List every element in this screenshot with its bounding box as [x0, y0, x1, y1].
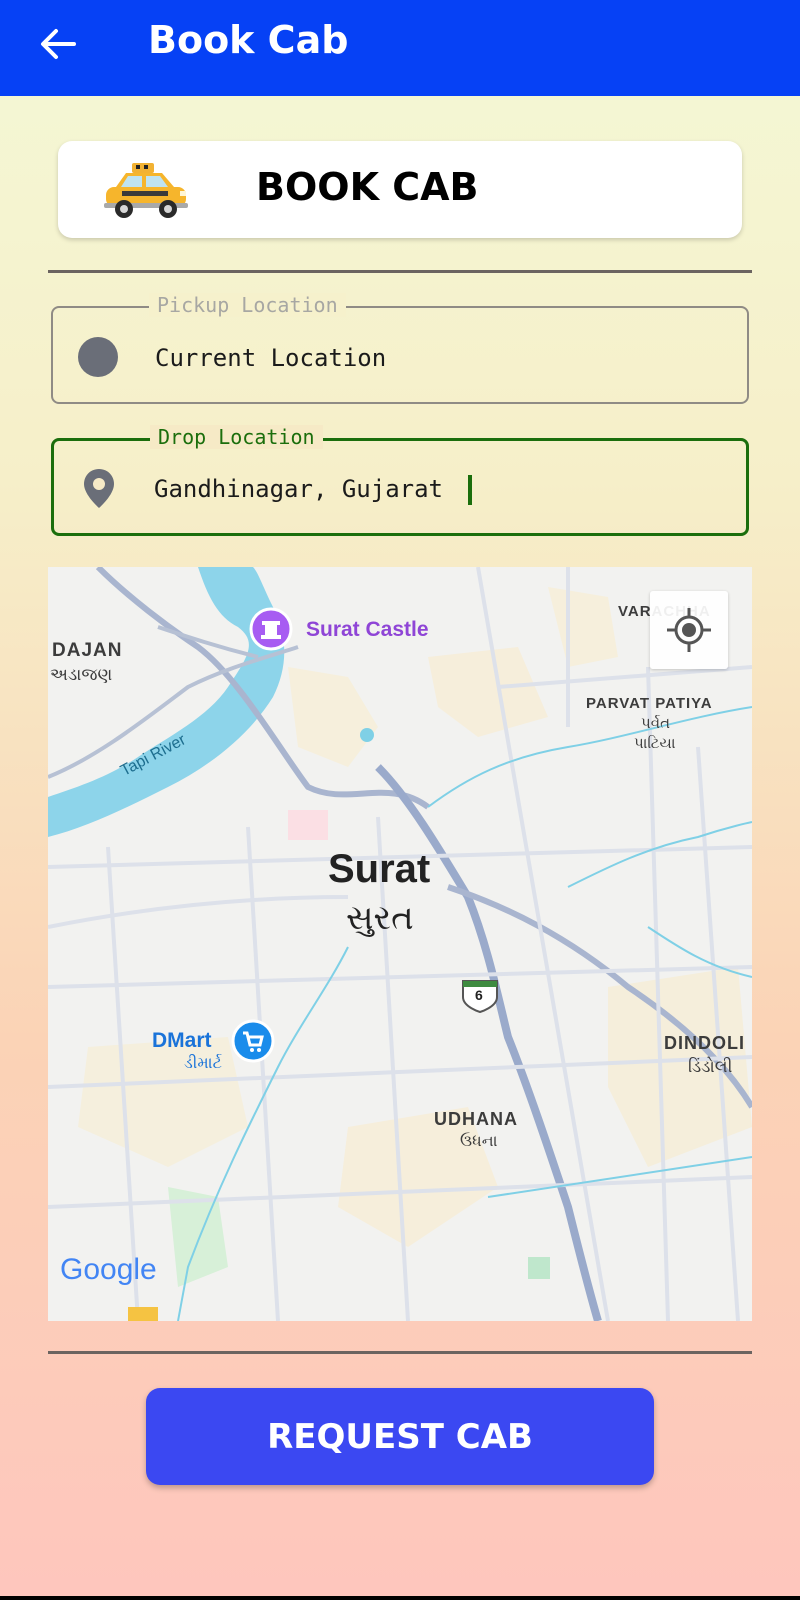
map-label-dmart-gu: ડીમાર્ટ — [184, 1055, 222, 1072]
text-cursor — [468, 475, 472, 505]
book-cab-card: BOOK CAB — [58, 141, 742, 238]
page-title: Book Cab — [148, 18, 349, 62]
map-label-parvat-patiya: PARVAT PATIYA — [586, 695, 713, 712]
map-label-dmart: DMart — [152, 1029, 212, 1052]
map-label-udhana-gu: ઉધના — [460, 1133, 498, 1150]
map-label-dindoli-gu: ડિંડોલી — [688, 1057, 733, 1076]
request-cab-button[interactable]: REQUEST CAB — [146, 1388, 654, 1485]
divider — [48, 270, 752, 273]
card-title: BOOK CAB — [256, 165, 479, 209]
map-label-dajan: DAJAN — [52, 640, 123, 661]
drop-input[interactable]: Gandhinagar, Gujarat — [154, 475, 714, 503]
map-label-dindoli: DINDOLI — [664, 1033, 745, 1053]
map-label-udhana: UDHANA — [434, 1109, 518, 1129]
taxi-icon — [104, 163, 188, 218]
map-canvas — [48, 567, 752, 1321]
map-label-dajan-gu: અડાજણ — [50, 665, 113, 684]
map-label-surat: Surat — [328, 847, 431, 891]
map-label-surat-castle: Surat Castle — [306, 618, 429, 641]
map-pin-icon — [84, 469, 114, 508]
map-label-highway: 6 — [475, 987, 483, 1003]
bottom-edge — [0, 1596, 800, 1600]
arrow-left-icon[interactable] — [36, 22, 80, 66]
map-view[interactable]: Surat Castle DAJAN અડાજણ Tapi River VARA… — [48, 567, 752, 1321]
pickup-input[interactable]: Current Location — [155, 344, 715, 372]
map-label-surat-gu: સુરત — [346, 899, 414, 937]
drop-location-field[interactable]: Drop Location Gandhinagar, Gujarat — [51, 425, 749, 536]
map-label-parvat-gu-2: પાટિયા — [634, 735, 676, 752]
pickup-location-field[interactable]: Pickup Location Current Location — [51, 293, 749, 404]
divider — [48, 1351, 752, 1354]
drop-label: Drop Location — [150, 425, 323, 449]
app-bar: Book Cab — [0, 0, 800, 96]
my-location-icon — [667, 608, 711, 652]
google-logo: Google — [60, 1253, 157, 1286]
pickup-label: Pickup Location — [149, 293, 346, 317]
circle-dot-icon — [78, 337, 118, 377]
my-location-button[interactable] — [650, 591, 728, 669]
map-label-parvat-gu-1: પર્વત — [641, 715, 671, 732]
